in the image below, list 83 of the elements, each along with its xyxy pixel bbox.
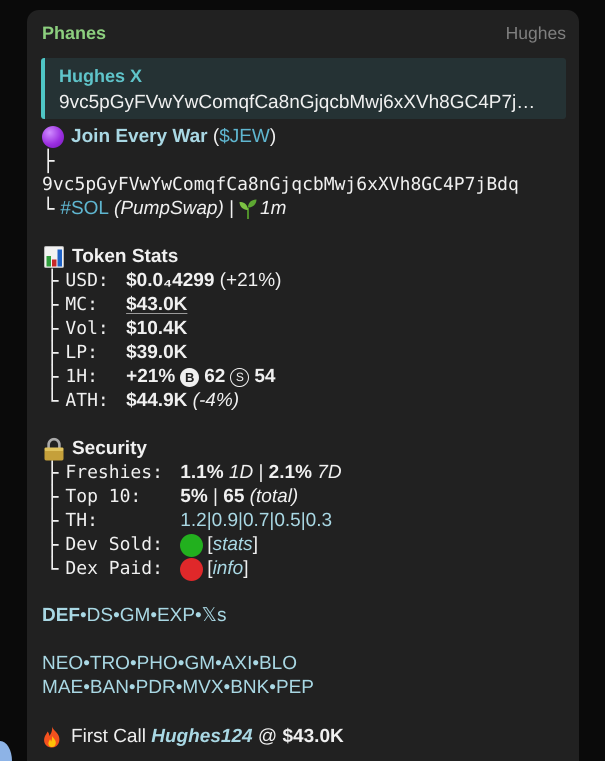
holder-links[interactable]: 1.2|0.9|0.7|0.5|0.3 (180, 509, 566, 533)
shortcut-link[interactable]: MAE (42, 677, 84, 698)
detail-text: [stats] (207, 533, 258, 557)
buy-count: 62 (204, 365, 226, 389)
sender-name[interactable]: Phanes (42, 22, 106, 44)
stat-value: $39.0K (126, 341, 188, 365)
sell-symbol: S (230, 368, 250, 386)
reply-author: Hughes X (59, 65, 144, 87)
stat-value: $44.9K (-4%) (126, 389, 240, 413)
tree-branch: ├ (46, 269, 58, 293)
stat-label: Freshies: (65, 461, 164, 485)
shortcut-link[interactable]: GM (120, 605, 150, 626)
section-title: Security (72, 437, 147, 461)
stat-label: MC: (65, 293, 99, 317)
price-change: +21% (126, 365, 176, 389)
shortcut-link[interactable]: NEO (42, 653, 84, 674)
shortcut-link[interactable]: TRO (90, 653, 130, 674)
section-title: Token Stats (72, 245, 178, 269)
ticker-tag[interactable]: $JEW (219, 126, 270, 147)
stat-label: 1H: (65, 365, 99, 389)
stat-value: $0.0₄4299 (+21%) (126, 269, 282, 293)
contract-address[interactable]: 9vc5pGyFVwYwComqfCa8nGjqcbMwj6xXVh8GC4P7jBdq (42, 173, 519, 197)
token-age: 1m (260, 197, 286, 221)
tree-branch: └ (46, 389, 58, 413)
shortcut-link[interactable]: BAN (90, 677, 129, 698)
detail-link[interactable]: info (212, 558, 244, 579)
first-call-text: First Call Hughes124 @ $43.0K (71, 725, 344, 749)
shortcut-links: NEO•TRO•PHO•GM•AXI•BLO (42, 652, 298, 676)
tree-branch: ├ (46, 485, 58, 509)
shortcut-link[interactable]: BLO (259, 653, 298, 674)
stat-label: TH: (65, 509, 99, 533)
avatar[interactable] (0, 741, 12, 761)
tree-branch: └ (46, 557, 58, 581)
shortcut-link[interactable]: PDR (136, 677, 176, 698)
bar-chart-icon (44, 246, 64, 268)
shortcut-links: MAE•BAN•PDR•MVX•BNK•PEP (42, 676, 314, 700)
sell-count: 54 (254, 365, 276, 389)
padlock-icon (44, 437, 64, 461)
stat-label: LP: (65, 341, 99, 365)
stat-label: Dex Paid: (65, 557, 164, 581)
detail-text: [info] (207, 557, 248, 581)
tree-branch: ├ (42, 149, 54, 173)
detail-link[interactable]: stats (212, 534, 253, 555)
chain-info: #SOL (PumpSwap) | (60, 197, 234, 221)
seedling-icon (239, 199, 258, 219)
tree-branch: ├ (46, 293, 58, 317)
caller-link[interactable]: Hughes124 (151, 726, 253, 747)
shortcut-link[interactable]: GM (184, 653, 216, 674)
circle-icon (42, 126, 64, 148)
shortcut-link[interactable]: AXI (222, 653, 252, 674)
stat-label: Top 10: (65, 485, 142, 509)
reply-preview[interactable]: Hughes X 9vc5pGyFVwYwComqfCa8nGjqcbMwj6xXVh8GC4P7j… (41, 58, 566, 119)
shortcut-links: DEF•DS•GM•EXP•𝕏s (42, 604, 226, 628)
fire-icon (42, 726, 62, 748)
tree-branch: ├ (46, 317, 58, 341)
stat-value: 1.1% 1D | 2.1% 7D (180, 461, 343, 485)
shortcut-link[interactable]: EXP (156, 605, 196, 626)
tree-branch: ├ (46, 365, 58, 389)
token-title: Join Every War ($JEW) (71, 125, 276, 149)
tree-branch: ├ (46, 509, 58, 533)
shortcut-link[interactable]: 𝕏s (202, 605, 226, 626)
shortcut-link[interactable]: BNK (230, 677, 270, 698)
tree-branch: ├ (46, 461, 58, 485)
tree-branch: └ (42, 197, 54, 221)
sender-title: Hughes (506, 22, 566, 44)
stat-value: $10.4K (126, 317, 188, 341)
shortcut-link[interactable]: PEP (276, 677, 314, 698)
shortcut-link[interactable]: DEF (42, 605, 80, 626)
reply-text: 9vc5pGyFVwYwComqfCa8nGjqcbMwj6xXVh8GC4P7j… (59, 91, 536, 115)
stat-value: $43.0K (126, 293, 188, 317)
stat-label: USD: (65, 269, 110, 293)
stat-label: Dev Sold: (65, 533, 164, 557)
stat-label: ATH: (65, 389, 110, 413)
shortcut-link[interactable]: PHO (136, 653, 178, 674)
buy-symbol: B (180, 368, 200, 386)
shortcut-link[interactable]: DS (86, 605, 114, 626)
token-name-link[interactable]: Join Every War (71, 126, 208, 147)
stat-value: 5% | 65 (total) (180, 485, 300, 509)
shortcut-link[interactable]: MVX (182, 677, 224, 698)
tree-branch: ├ (46, 341, 58, 365)
tree-branch: ├ (46, 533, 58, 557)
chain-tag[interactable]: #SOL (60, 198, 109, 219)
stat-label: Vol: (65, 317, 110, 341)
